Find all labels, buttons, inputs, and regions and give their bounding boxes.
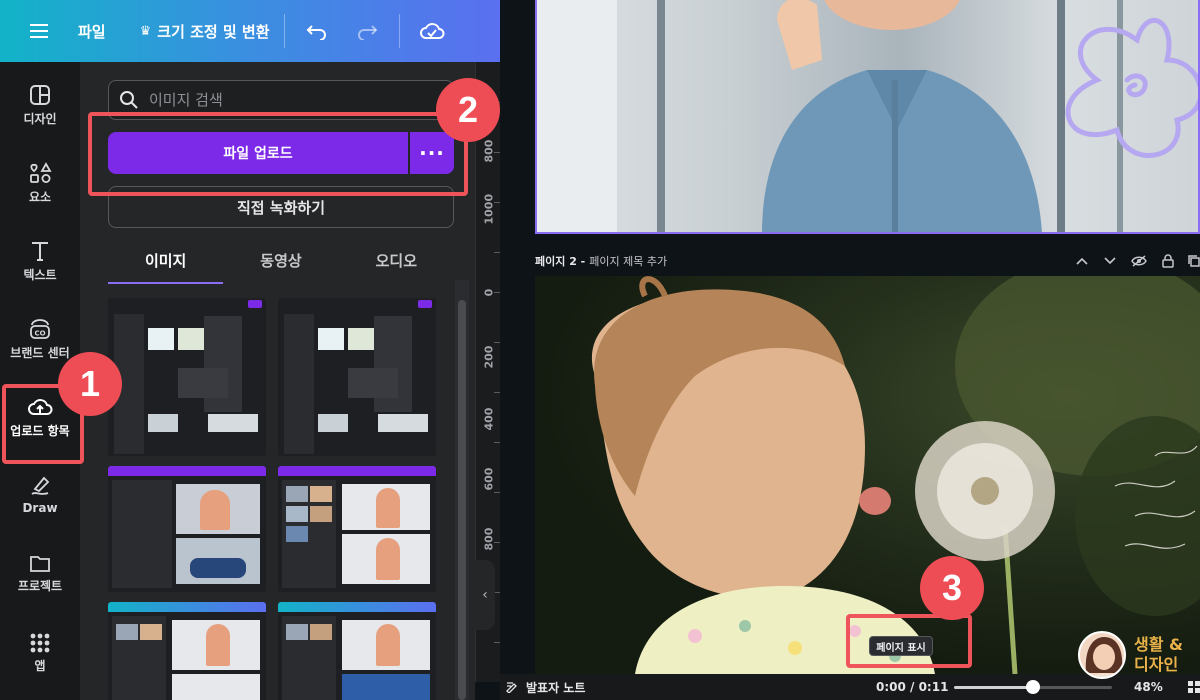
uploaded-image-thumbnail[interactable] <box>108 466 266 592</box>
presenter-notes-button[interactable]: 발표자 노트 <box>506 679 585 696</box>
folder-icon <box>30 555 50 572</box>
uploaded-image-thumbnail[interactable] <box>278 466 436 592</box>
page-number-label: 페이지 2 - <box>535 255 586 268</box>
sidebar-item-label: 프로젝트 <box>17 578 63 593</box>
tab-images[interactable]: 이미지 <box>108 238 224 284</box>
sidebar-item-elements[interactable]: 요소 <box>0 148 80 218</box>
sidebar-item-label: 브랜드 센터 <box>10 345 70 360</box>
sidebar-item-projects[interactable]: 프로젝트 <box>0 538 80 608</box>
step-badge-2: 2 <box>436 78 500 142</box>
redo-icon[interactable] <box>349 13 385 49</box>
svg-text:CO: CO <box>34 329 45 337</box>
timeline-track[interactable] <box>954 680 1112 694</box>
resize-button[interactable]: 크기 조정 및 변환 <box>157 21 269 42</box>
sidebar-item-label: 디자인 <box>23 111 57 126</box>
step-badge-3: 3 <box>920 556 984 620</box>
elements-icon <box>30 161 52 183</box>
draw-icon <box>31 476 50 495</box>
sidebar-item-text[interactable]: 텍스트 <box>0 226 80 296</box>
tab-videos[interactable]: 동영상 <box>223 238 338 282</box>
toolbar-divider <box>398 14 400 48</box>
ruler-label: 0 <box>482 288 496 297</box>
notes-icon <box>506 682 517 693</box>
search-icon <box>120 91 138 109</box>
apps-icon <box>30 633 50 652</box>
chevron-up-icon[interactable] <box>1073 252 1091 270</box>
sidebar-item-apps[interactable]: 앱 <box>0 618 80 688</box>
sidebar-item-design[interactable]: 디자인 <box>0 70 80 140</box>
menu-icon[interactable] <box>0 0 78 62</box>
collapse-panel-handle[interactable]: ‹ <box>475 560 495 630</box>
file-menu-button[interactable]: 파일 <box>78 21 106 42</box>
ruler-label: 400 <box>482 407 496 431</box>
grid-view-icon[interactable] <box>1188 681 1200 693</box>
uploaded-image-thumbnail[interactable] <box>278 602 436 700</box>
page-2-header: 페이지 2 - 페이지 제목 추가 <box>535 248 1200 274</box>
uploaded-image-thumbnail[interactable] <box>108 298 266 456</box>
cloud-sync-icon[interactable] <box>414 13 450 49</box>
sidebar-item-label: 앱 <box>34 658 46 673</box>
toolbar-divider <box>283 14 285 48</box>
presenter-notes-label: 발표자 노트 <box>526 680 586 695</box>
design-icon <box>30 84 50 105</box>
brand-icon: CO <box>30 318 50 339</box>
step-badge-1: 1 <box>58 352 122 416</box>
highlight-box-show-pages <box>846 614 972 668</box>
undo-icon[interactable] <box>299 13 335 49</box>
watermark-line-1: 생활 & <box>1134 635 1183 654</box>
watermark-logo: 생활 & 디자인 <box>1078 628 1200 682</box>
sidebar-item-label: 텍스트 <box>23 267 57 282</box>
ruler-label: 1000 <box>482 193 496 225</box>
chevron-down-icon[interactable] <box>1101 252 1119 270</box>
watermark-line-2: 디자인 <box>1134 655 1179 674</box>
uploaded-image-thumbnail[interactable] <box>108 602 266 700</box>
hide-page-icon[interactable] <box>1130 252 1148 270</box>
uploads-grid <box>108 298 438 700</box>
timeline-scrubber[interactable] <box>1026 680 1040 694</box>
page-1-photo <box>537 0 1198 232</box>
duplicate-page-icon[interactable] <box>1185 252 1200 270</box>
design-page-1[interactable] <box>535 0 1200 234</box>
lock-icon[interactable] <box>1159 252 1177 270</box>
sidebar-item-label: Draw <box>22 501 58 515</box>
ruler-label: 800 <box>482 527 496 551</box>
sidebar-item-label: 요소 <box>28 189 52 204</box>
crown-icon: ♛ <box>139 23 152 39</box>
top-toolbar: 파일 ♛ 크기 조정 및 변환 <box>0 0 505 62</box>
panel-scrollbar[interactable] <box>455 280 469 700</box>
ruler-label: 600 <box>482 467 496 491</box>
timeline-progress <box>954 686 1033 689</box>
ruler-label: 200 <box>482 345 496 369</box>
sidebar-item-draw[interactable]: Draw <box>0 460 80 530</box>
media-tabs: 이미지 동영상 오디오 <box>108 238 454 284</box>
text-icon <box>32 241 48 261</box>
search-input[interactable] <box>147 90 427 110</box>
tab-audio[interactable]: 오디오 <box>339 238 454 282</box>
avatar <box>1078 631 1126 679</box>
page-title-input[interactable]: 페이지 제목 추가 <box>589 253 667 269</box>
zoom-level[interactable]: 48% <box>1134 680 1163 694</box>
uploaded-image-thumbnail[interactable] <box>278 298 436 456</box>
timecode: 0:00 / 0:11 <box>876 680 949 694</box>
highlight-box-upload-button <box>88 112 468 196</box>
ruler-label: 800 <box>482 139 496 163</box>
